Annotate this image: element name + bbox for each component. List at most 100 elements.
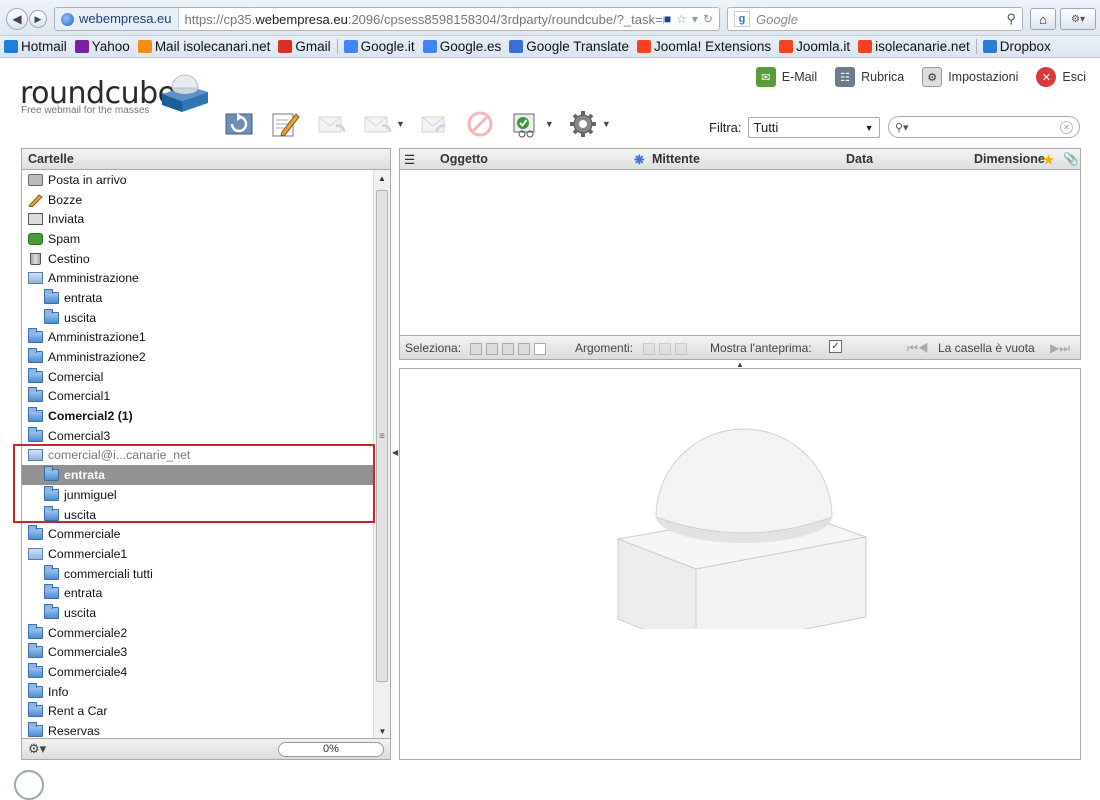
forward-mail-button[interactable] [417, 108, 451, 140]
chevron-down-icon[interactable]: ▼ [602, 119, 611, 129]
scroll-thumb[interactable]: ≡ [376, 190, 388, 682]
bookmark-item[interactable]: Gmail [274, 39, 334, 54]
bookmark-item[interactable]: Yahoo [71, 39, 134, 54]
select-invert-icon[interactable] [518, 342, 530, 355]
column-sender[interactable]: Mittente [652, 152, 700, 166]
address-bar[interactable]: webempresa.eu https://cp35.webempresa.eu… [54, 7, 720, 31]
bookmark-item[interactable]: Dropbox [979, 39, 1055, 54]
folder-item[interactable]: Commerciale [22, 524, 374, 544]
folder-item[interactable]: commerciali tutti [22, 564, 374, 584]
folder-item[interactable]: Commerciale4 [22, 662, 374, 682]
folder-item[interactable]: Commerciale1 [22, 544, 374, 564]
collapse-threads-icon[interactable] [675, 342, 687, 355]
delete-button[interactable] [463, 108, 497, 140]
folder-item[interactable]: Inviata [22, 209, 374, 229]
gear-icon [569, 111, 596, 137]
bookmark-item[interactable]: Google.it [340, 39, 419, 54]
search-icon[interactable]: ⚲ [1006, 11, 1016, 27]
chevron-down-icon[interactable]: ▼ [396, 119, 405, 129]
preview-pane [399, 368, 1081, 760]
mail-search-input[interactable]: ⚲▾ ✕ [888, 116, 1080, 138]
folder-item[interactable]: Commerciale3 [22, 643, 374, 663]
select-unread-icon[interactable] [502, 342, 514, 355]
reply-all-button[interactable] [360, 108, 394, 140]
browser-search-input[interactable]: g Google ⚲ [727, 7, 1023, 31]
bookmark-item[interactable]: Joomla.it [775, 39, 854, 54]
folder-item[interactable]: junmiguel [22, 485, 374, 505]
folder-item[interactable]: Amministrazione2 [22, 347, 374, 367]
select-all-icon[interactable] [470, 342, 482, 355]
folder-item[interactable]: Comercial [22, 367, 374, 387]
folder-item[interactable]: Comercial3 [22, 426, 374, 446]
flag-column-icon[interactable]: ❋ [634, 152, 644, 167]
folder-item[interactable]: Rent a Car [22, 702, 374, 722]
bookmark-favicon-icon [637, 40, 652, 53]
folder-item[interactable]: Comercial2 (1) [22, 406, 374, 426]
star-icon[interactable]: ☆ [676, 12, 687, 26]
forward-button[interactable]: ▶ [29, 10, 47, 28]
home-button[interactable]: ⌂ [1030, 8, 1056, 30]
folder-options-icon[interactable]: ⚙▾ [28, 741, 46, 757]
bookmark-item[interactable]: Joomla! Extensions [633, 39, 775, 54]
list-options-icon[interactable]: ☰ [404, 152, 415, 167]
column-subject[interactable]: Oggetto [440, 152, 488, 166]
select-page-icon[interactable] [486, 342, 498, 355]
more-actions-button[interactable] [566, 108, 600, 140]
folder-item[interactable]: Bozze [22, 190, 374, 210]
folder-item[interactable]: Spam [22, 229, 374, 249]
folder-item[interactable]: Info [22, 682, 374, 702]
folder-item[interactable]: uscita [22, 603, 374, 623]
account-icon [28, 547, 43, 560]
nav-e-mail[interactable]: ✉ E-Mail [755, 67, 817, 87]
folder-item[interactable]: Posta in arrivo [22, 170, 374, 190]
bookmark-item[interactable]: Hotmail [0, 39, 71, 54]
filter-select[interactable]: Tutti ▼ [747, 117, 880, 138]
first-page-icon[interactable]: ⏮◀ [907, 341, 929, 356]
search-icon[interactable]: ⚲▾ [895, 121, 909, 134]
bookmark-item[interactable]: Google Translate [505, 39, 633, 54]
folder-item[interactable]: Amministrazione [22, 268, 374, 288]
nav-esci[interactable]: ✕ Esci [1036, 67, 1086, 87]
back-button[interactable]: ◀ [6, 8, 28, 30]
splitter-handle[interactable]: ◀ [392, 448, 398, 457]
check-mail-button[interactable] [222, 108, 256, 140]
bookmark-item[interactable]: Mail isolecanari.net [134, 39, 275, 54]
folder-item[interactable]: Cestino [22, 249, 374, 269]
mark-button[interactable] [509, 108, 543, 140]
folder-item[interactable]: uscita [22, 505, 374, 525]
expand-threads-icon[interactable] [643, 342, 655, 355]
star-column-icon[interactable]: ★ [1043, 152, 1054, 167]
column-size[interactable]: Dimensione [974, 152, 1045, 166]
puzzle-icon: ⚙▾ [1071, 13, 1085, 25]
nav-impostazioni[interactable]: ⚙ Impostazioni [922, 67, 1018, 87]
clear-search-icon[interactable]: ✕ [1060, 120, 1073, 134]
folder-item[interactable]: Commerciale2 [22, 623, 374, 643]
bookmark-favicon-icon [4, 40, 18, 53]
compose-button[interactable] [268, 108, 302, 140]
url-text[interactable]: https://cp35.webempresa.eu:2096/cpsess85… [179, 12, 664, 27]
bookmark-item[interactable]: Google.es [419, 39, 506, 54]
scroll-up-icon[interactable]: ▲ [374, 170, 390, 187]
preview-checkbox[interactable]: ✓ [829, 340, 842, 353]
expand-unread-icon[interactable] [659, 342, 671, 355]
last-page-icon[interactable]: ▶⏭ [1050, 341, 1070, 356]
site-identity[interactable]: webempresa.eu [55, 8, 179, 30]
folder-item[interactable]: entrata [22, 288, 374, 308]
folder-scrollbar[interactable]: ▲ ≡ ▼ [373, 170, 390, 740]
select-none-icon[interactable] [534, 342, 546, 355]
folder-item[interactable]: uscita [22, 308, 374, 328]
bookmark-item[interactable]: isolecanarie.net [854, 39, 974, 54]
reload-icon[interactable]: ↻ [703, 12, 713, 26]
folder-item[interactable]: comercial@i...canarie_net [22, 446, 374, 466]
folder-item[interactable]: Comercial1 [22, 387, 374, 407]
folder-item[interactable]: Amministrazione1 [22, 328, 374, 348]
folder-item[interactable]: entrata [22, 465, 374, 485]
reply-button[interactable] [314, 108, 348, 140]
column-date[interactable]: Data [846, 152, 873, 166]
extensions-button[interactable]: ⚙▾ [1060, 8, 1096, 30]
attachment-icon[interactable]: 📎 [1063, 152, 1079, 167]
chevron-down-icon[interactable]: ▼ [545, 119, 554, 129]
folder-item[interactable]: entrata [22, 583, 374, 603]
nav-rubrica[interactable]: ☷ Rubrica [835, 67, 904, 87]
dropdown-icon[interactable]: ▾ [692, 12, 698, 26]
